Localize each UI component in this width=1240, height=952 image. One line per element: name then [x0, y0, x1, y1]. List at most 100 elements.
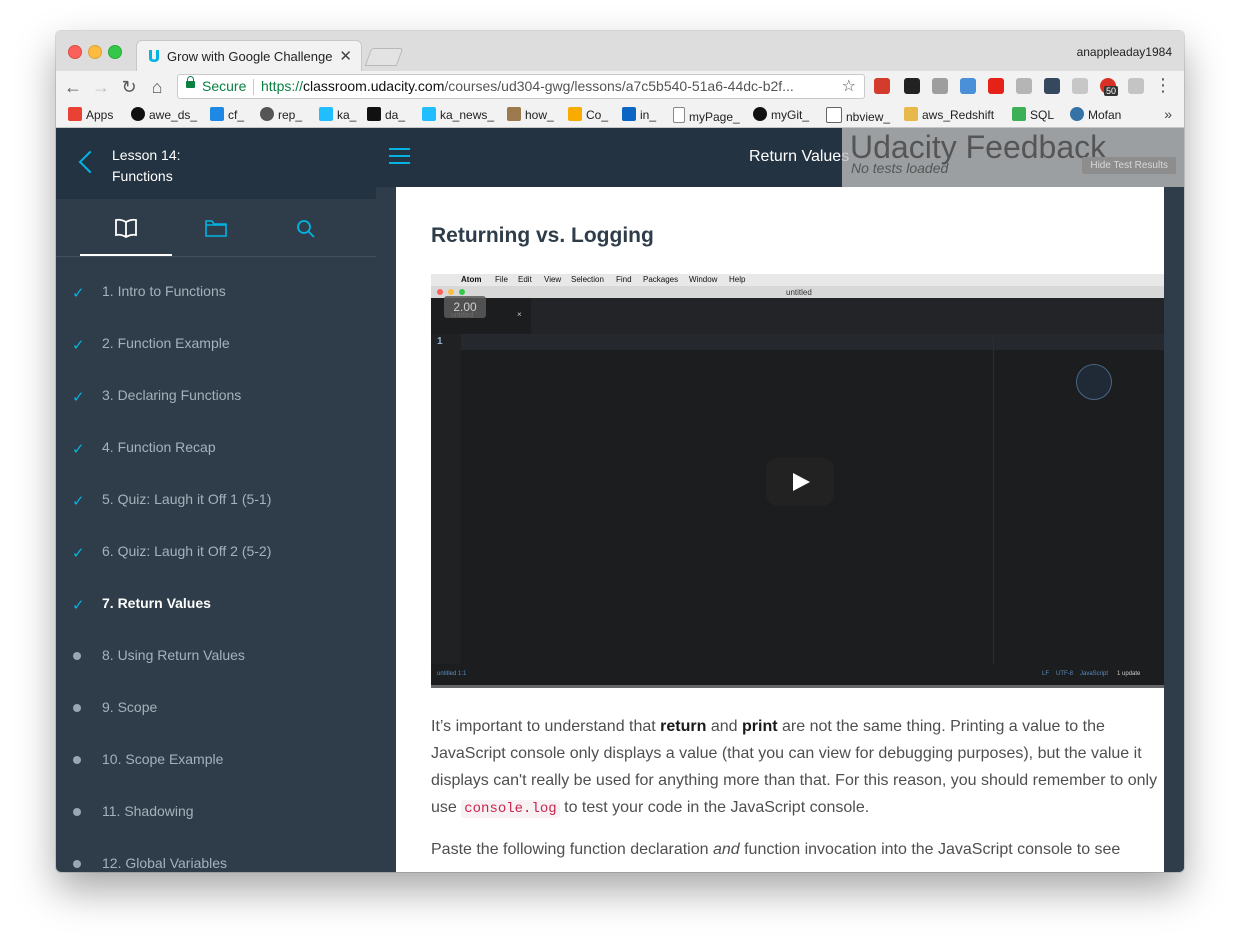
video-status-lf: LF	[1042, 671, 1050, 677]
minimize-window-button[interactable]	[88, 45, 102, 59]
home-icon[interactable]: ⌂	[146, 76, 168, 98]
github-icon	[753, 107, 767, 121]
linkedin-icon	[622, 107, 636, 121]
bookmark-item[interactable]: cf_	[210, 107, 244, 122]
extension-drive-icon[interactable]	[1072, 78, 1088, 94]
concept-item[interactable]: ✓ 6. Quiz: Laugh it Off 2 (5-2)	[56, 528, 376, 580]
concept-item[interactable]: 12. Global Variables	[56, 840, 376, 872]
profile-name[interactable]: anappleaday1984	[1077, 45, 1172, 59]
concept-item[interactable]: ✓ 2. Function Example	[56, 320, 376, 372]
video-player[interactable]: Atom File Edit View Selection Find Packa…	[431, 274, 1169, 688]
concept-label: 9. Scope	[102, 699, 158, 715]
back-chevron-icon[interactable]	[78, 150, 102, 174]
check-icon: ✓	[72, 337, 85, 354]
bookmark-item[interactable]: Co_	[568, 107, 608, 122]
incomplete-dot-icon	[73, 756, 81, 764]
bookmark-item[interactable]: Apps	[68, 107, 113, 122]
maximize-window-button[interactable]	[108, 45, 122, 59]
tab-search[interactable]	[260, 199, 352, 256]
bookmark-star-icon[interactable]: ☆	[842, 75, 856, 98]
play-button-icon[interactable]	[766, 458, 834, 506]
concept-item[interactable]: ✓ 3. Declaring Functions	[56, 372, 376, 424]
lesson-title: Lesson 14: Functions	[112, 147, 181, 184]
sidebar-header: Lesson 14: Functions	[56, 128, 376, 199]
kaggle-icon	[319, 107, 333, 121]
bookmark-item[interactable]: myGit_	[753, 107, 809, 122]
video-menu-item: Window	[689, 275, 718, 284]
bookmark-item[interactable]: rep_	[260, 107, 302, 122]
nbviewer-icon	[826, 107, 842, 123]
video-progress-bar[interactable]	[431, 685, 1169, 688]
content-scrollbar[interactable]	[1164, 187, 1184, 872]
bookmark-item[interactable]: SQL	[1012, 107, 1054, 122]
hamburger-menu-icon[interactable]	[389, 148, 410, 164]
video-mac-menubar: Atom File Edit View Selection Find Packa…	[431, 274, 1169, 286]
url-text[interactable]: https://classroom.udacity.com/courses/ud…	[261, 75, 831, 98]
bookmark-item[interactable]: Mofan	[1070, 107, 1121, 122]
url-scheme: https://	[261, 78, 304, 94]
concept-item-current[interactable]: ✓ 7. Return Values	[56, 580, 376, 632]
bookmark-label: aws_Redshift	[922, 108, 995, 122]
bookmark-item[interactable]: ka_news_	[422, 107, 494, 122]
tab-concepts[interactable]	[80, 199, 172, 256]
extension-book-icon[interactable]	[874, 78, 890, 94]
back-arrow-icon[interactable]: ←	[62, 76, 84, 98]
more-bookmarks-icon[interactable]: »	[1164, 106, 1172, 122]
new-tab-button[interactable]	[364, 48, 404, 66]
incomplete-dot-icon	[73, 860, 81, 868]
tab-resources[interactable]	[170, 199, 262, 256]
extension-honey-icon[interactable]	[932, 78, 948, 94]
bookmark-item[interactable]: how_	[507, 107, 554, 122]
address-bar[interactable]: Secure https://classroom.udacity.com/cou…	[177, 74, 865, 99]
extension-udacity-icon[interactable]	[1044, 78, 1060, 94]
playback-speed-badge[interactable]: 2.00	[444, 296, 486, 318]
text-run: Paste the following function declaration	[431, 841, 713, 858]
video-minimize-dot-icon	[448, 289, 454, 295]
concept-item[interactable]: 8. Using Return Values	[56, 632, 376, 684]
t-icon	[367, 107, 381, 121]
bookmark-item[interactable]: myPage_	[673, 107, 740, 124]
bookmark-item[interactable]: in_	[622, 107, 656, 122]
chrome-menu-icon[interactable]: ⋮	[1154, 75, 1172, 96]
extension-youtube-icon[interactable]	[988, 78, 1004, 94]
bold-text: print	[742, 718, 778, 735]
concept-label: 11. Shadowing	[102, 803, 194, 819]
hide-test-results-button[interactable]: Hide Test Results	[1082, 157, 1176, 174]
check-icon: ✓	[72, 389, 85, 406]
extension-evernote-icon[interactable]	[904, 78, 920, 94]
tab-close-icon[interactable]: ✕	[339, 47, 352, 65]
lesson-sidebar: Lesson 14: Functions ✓ 1. Intro to Funct…	[56, 128, 376, 872]
browser-tab-title: Grow with Google Challenge S	[167, 49, 335, 64]
bookmark-label: myPage_	[689, 110, 740, 124]
concept-label: 1. Intro to Functions	[102, 283, 226, 299]
bookmarks-bar: Apps awe_ds_ cf_ rep_ ka_ da_ ka_news_ h…	[56, 103, 1184, 128]
browser-tab-active[interactable]: Grow with Google Challenge S ✕	[136, 40, 362, 71]
url-path: /courses/ud304-gwg/lessons/a7c5b540-51a6…	[444, 78, 794, 94]
bookmark-item[interactable]: ka_	[319, 107, 356, 122]
close-window-button[interactable]	[68, 45, 82, 59]
extension-save-icon[interactable]	[960, 78, 976, 94]
concept-item[interactable]: 9. Scope	[56, 684, 376, 736]
bookmark-item[interactable]: nbview_	[826, 107, 890, 124]
extension-hat-icon[interactable]	[1016, 78, 1032, 94]
extension-dropbox-icon[interactable]	[1128, 78, 1144, 94]
concept-item[interactable]: 10. Scope Example	[56, 736, 376, 788]
forward-arrow-icon[interactable]: →	[90, 76, 112, 98]
title-bar: Grow with Google Challenge S ✕ anapplead…	[56, 31, 1184, 71]
bookmark-item[interactable]: awe_ds_	[131, 107, 197, 122]
feedback-subtitle: No tests loaded	[851, 160, 949, 176]
text-run: to test your code in the JavaScript cons…	[559, 799, 870, 816]
secure-label: Secure	[202, 78, 247, 94]
concept-item[interactable]: ✓ 5. Quiz: Laugh it Off 1 (5-1)	[56, 476, 376, 528]
concept-item[interactable]: 11. Shadowing	[56, 788, 376, 840]
feedback-overlay: Udacity Feedback No tests loaded Hide Te…	[842, 128, 1184, 187]
video-status-file: untitled 1:1	[437, 671, 467, 677]
codeforces-icon	[210, 107, 224, 121]
concept-item[interactable]: ✓ 4. Function Recap	[56, 424, 376, 476]
text-run: and	[706, 718, 742, 735]
bookmark-item[interactable]: aws_Redshift	[904, 107, 994, 122]
video-atom-tabbar: untitled ×	[431, 298, 1169, 336]
reload-icon[interactable]: ↻	[118, 76, 140, 98]
bookmark-item[interactable]: da_	[367, 107, 405, 122]
concept-item[interactable]: ✓ 1. Intro to Functions	[56, 268, 376, 320]
